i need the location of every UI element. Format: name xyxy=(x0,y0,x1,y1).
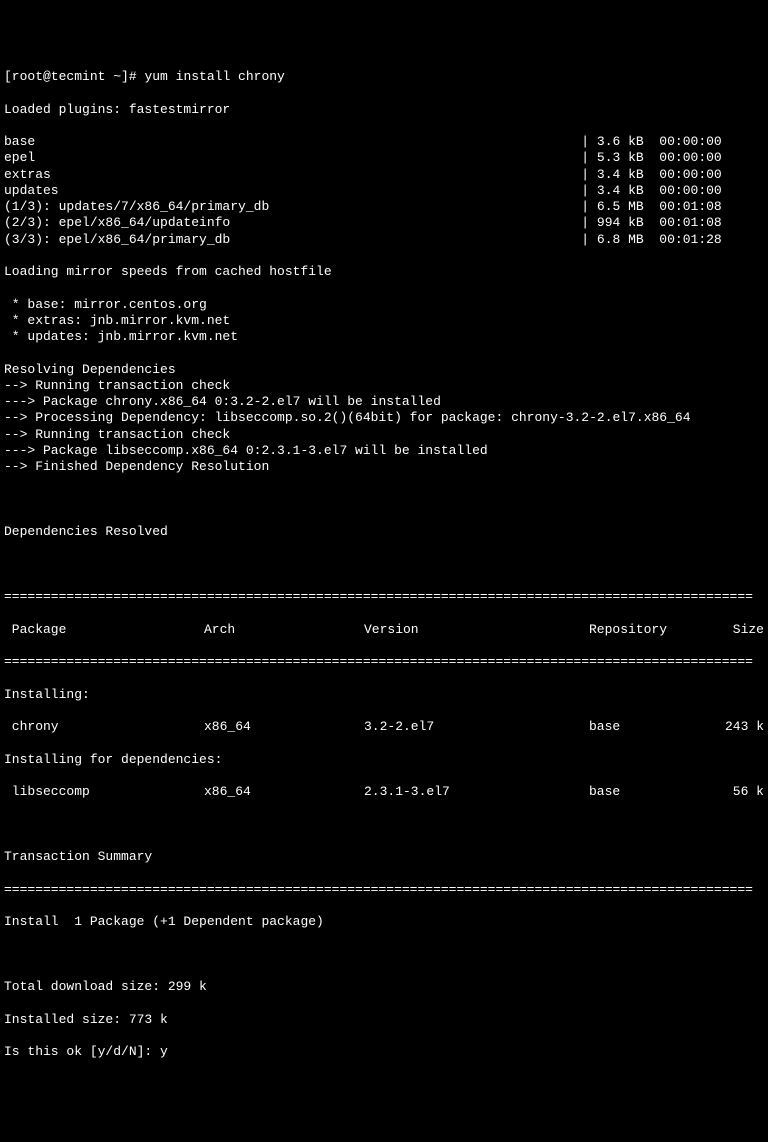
dep-line: --> Running transaction check xyxy=(4,378,764,394)
repo-row: (1/3): updates/7/x86_64/primary_db | 6.5… xyxy=(4,199,764,215)
table-header-row: PackageArchVersionRepositorySize xyxy=(4,622,764,638)
repo-row: extras | 3.4 kB 00:00:00 xyxy=(4,167,764,183)
download-size: Total download size: 299 k xyxy=(4,979,764,995)
blank-line xyxy=(4,817,764,833)
confirm-prompt: Is this ok [y/d/N]: xyxy=(4,1044,160,1059)
package-row: chronyx86_643.2-2.el7base243 k xyxy=(4,719,764,735)
blank-line xyxy=(4,492,764,508)
dep-line: Resolving Dependencies xyxy=(4,362,764,378)
confirm-line[interactable]: Is this ok [y/d/N]: y xyxy=(4,1044,764,1060)
mirror-header: Loading mirror speeds from cached hostfi… xyxy=(4,264,764,280)
col-package: Package xyxy=(4,622,204,638)
installing-deps-label: Installing for dependencies: xyxy=(4,752,764,768)
blank-line xyxy=(4,947,764,963)
mirror-row: * updates: jnb.mirror.kvm.net xyxy=(4,329,764,345)
mirror-row: * base: mirror.centos.org xyxy=(4,297,764,313)
repo-row: epel | 5.3 kB 00:00:00 xyxy=(4,150,764,166)
table-divider: ========================================… xyxy=(4,654,764,670)
command-text: yum install chrony xyxy=(144,69,284,84)
mirror-row: * extras: jnb.mirror.kvm.net xyxy=(4,313,764,329)
installing-label: Installing: xyxy=(4,687,764,703)
col-size: Size xyxy=(719,622,764,638)
repo-row: (3/3): epel/x86_64/primary_db | 6.8 MB 0… xyxy=(4,232,764,248)
dep-line: ---> Package libseccomp.x86_64 0:2.3.1-3… xyxy=(4,443,764,459)
blank-line xyxy=(4,557,764,573)
col-repo: Repository xyxy=(589,622,719,638)
dep-line: --> Processing Dependency: libseccomp.so… xyxy=(4,410,764,426)
dep-line: --> Finished Dependency Resolution xyxy=(4,459,764,475)
repo-row: updates | 3.4 kB 00:00:00 xyxy=(4,183,764,199)
dep-line: ---> Package chrony.x86_64 0:3.2-2.el7 w… xyxy=(4,394,764,410)
package-row: libseccompx86_642.3.1-3.el7base56 k xyxy=(4,784,764,800)
installed-size: Installed size: 773 k xyxy=(4,1012,764,1028)
table-divider: ========================================… xyxy=(4,589,764,605)
confirm-answer: y xyxy=(160,1044,168,1059)
txn-summary: Transaction Summary xyxy=(4,849,764,865)
deps-resolved: Dependencies Resolved xyxy=(4,524,764,540)
plugins-line: Loaded plugins: fastestmirror xyxy=(4,102,764,118)
repo-row: base | 3.6 kB 00:00:00 xyxy=(4,134,764,150)
dep-line: --> Running transaction check xyxy=(4,427,764,443)
command-line[interactable]: [root@tecmint ~]# yum install chrony xyxy=(4,69,764,85)
repo-row: (2/3): epel/x86_64/updateinfo | 994 kB 0… xyxy=(4,215,764,231)
col-version: Version xyxy=(364,622,589,638)
col-arch: Arch xyxy=(204,622,364,638)
shell-prompt: [root@tecmint ~]# xyxy=(4,69,144,84)
install-line: Install 1 Package (+1 Dependent package) xyxy=(4,914,764,930)
table-divider: ========================================… xyxy=(4,882,764,898)
